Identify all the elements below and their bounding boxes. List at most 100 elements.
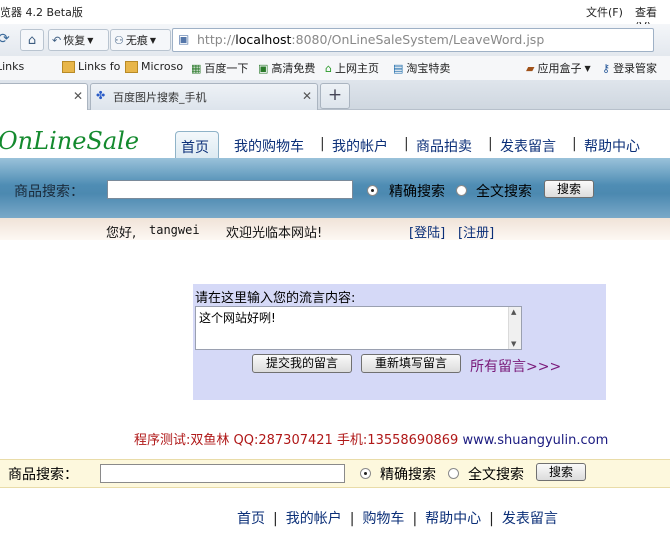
- nav-post-message[interactable]: 发表留言: [500, 136, 556, 156]
- username: tangwei: [149, 223, 200, 237]
- radio-exact-label: 精确搜索: [389, 184, 445, 200]
- restore-button[interactable]: ↶ 恢复 ▼: [48, 29, 109, 51]
- scrollbar[interactable]: ▲ ▼: [508, 307, 521, 349]
- home-button[interactable]: ⌂: [20, 29, 44, 51]
- radio-exact[interactable]: [360, 468, 371, 479]
- favorite-item[interactable]: Links: [0, 60, 24, 73]
- tab-bar: ✕ ✤ 百度图片搜索_手机 ✕ +: [0, 80, 670, 110]
- login-link[interactable]: [登陆]: [409, 222, 445, 241]
- browser-title-bar: 览器 4.2 Beta版 文件(F) 查看(V): [0, 0, 670, 33]
- favorite-label: 高清免费: [271, 62, 316, 75]
- nav-separator: |: [489, 511, 494, 527]
- radio-fulltext[interactable]: [448, 468, 459, 479]
- footer-account[interactable]: 我的帐户: [286, 511, 342, 527]
- search-button[interactable]: 搜索: [544, 180, 594, 198]
- footer-cart[interactable]: 购物车: [362, 511, 404, 527]
- address-bar[interactable]: ▣ http://localhost:8080/OnLineSaleSystem…: [172, 28, 654, 52]
- briefcase-icon: ▰: [526, 61, 535, 75]
- welcome-message: 欢迎光临本网站!: [226, 226, 323, 241]
- key-icon: ⚷: [602, 61, 611, 75]
- favorite-item[interactable]: ⌂ 上网主页: [325, 60, 379, 76]
- tab-baidu[interactable]: ✤ 百度图片搜索_手机 ✕: [90, 83, 318, 110]
- bookmark-icon: ⌂: [325, 61, 332, 75]
- search-input[interactable]: [100, 464, 345, 483]
- bookmark-icon: ▣: [258, 61, 269, 75]
- search-bar-bottom: 商品搜索： 精确搜索 全文搜索 搜索: [0, 459, 670, 488]
- scroll-down-icon[interactable]: ▼: [511, 340, 516, 348]
- tab-active[interactable]: ✕: [0, 83, 88, 110]
- all-messages-link[interactable]: 所有留言>>>: [470, 356, 561, 376]
- footer-nav: 首页 | 我的帐户 | 购物车 | 帮助中心 | 发表留言: [237, 508, 558, 528]
- address-url: http://localhost:8080/OnLineSaleSystem/L…: [197, 32, 545, 47]
- close-icon[interactable]: ✕: [302, 89, 312, 103]
- search-button[interactable]: 搜索: [536, 463, 586, 481]
- greeting: 您好,: [106, 226, 137, 241]
- footer-home[interactable]: 首页: [237, 511, 265, 527]
- search-input[interactable]: [107, 180, 353, 199]
- favorite-label: Links: [0, 60, 25, 73]
- nav-separator: |: [273, 511, 278, 527]
- paw-icon: ✤: [96, 89, 106, 102]
- undo-icon: ↶: [52, 33, 62, 47]
- favorite-label: 淘宝特卖: [406, 62, 451, 75]
- reset-message-button[interactable]: 重新填写留言: [361, 354, 461, 373]
- nav-separator: |: [320, 136, 325, 152]
- menu-file[interactable]: 文件(F): [586, 4, 623, 20]
- chevron-down-icon: ▼: [87, 35, 94, 45]
- message-content: 这个网站好咧!: [199, 311, 276, 325]
- favorite-label: 上网主页: [334, 62, 379, 75]
- welcome-bar: 您好, tangwei 欢迎光临本网站! [登陆] [注册]: [0, 218, 670, 241]
- new-tab-button[interactable]: +: [320, 83, 350, 109]
- nav-cart[interactable]: 我的购物车: [234, 136, 304, 156]
- close-icon[interactable]: ✕: [73, 89, 83, 103]
- nav-home[interactable]: 首页: [181, 137, 209, 157]
- favorite-label: 百度一下: [204, 62, 249, 75]
- folder-icon: [125, 60, 138, 73]
- folder-icon: [62, 60, 75, 73]
- home-icon: ⌂: [27, 32, 37, 48]
- window-title: 览器 4.2 Beta版: [0, 6, 83, 19]
- plus-icon: +: [327, 85, 343, 105]
- incognito-label: 无痕: [125, 34, 148, 47]
- restore-label: 恢复: [63, 34, 86, 47]
- favorite-item[interactable]: Microso: [125, 60, 183, 73]
- favorite-item[interactable]: ▣ 高清免费: [258, 60, 315, 76]
- chevron-down-icon: ▼: [149, 35, 157, 45]
- radio-fulltext[interactable]: [456, 185, 467, 196]
- radio-exact-label: 精确搜索: [380, 467, 436, 483]
- site-logo: OnLineSale: [0, 127, 140, 155]
- nav-account[interactable]: 我的帐户: [332, 136, 388, 156]
- radio-exact[interactable]: [367, 185, 378, 196]
- radio-fulltext-label: 全文搜索: [468, 467, 524, 483]
- favorite-item[interactable]: ▤ 淘宝特卖: [393, 60, 450, 76]
- app-box-button[interactable]: ▰ 应用盒子 ▼: [526, 60, 591, 76]
- nav-separator: |: [572, 136, 577, 152]
- favorite-item[interactable]: ▦ 百度一下: [191, 60, 248, 76]
- credit-site-link[interactable]: www.shuangyulin.com: [462, 433, 608, 448]
- register-link[interactable]: [注册]: [458, 222, 494, 241]
- favorite-label: 应用盒子: [537, 62, 582, 75]
- nav-separator: |: [412, 511, 418, 527]
- favorites-bar: Links Links fo Microso ▦百度一下 ▣高清免费 ⌂上网主页…: [0, 56, 670, 81]
- favorite-label: Microso: [141, 60, 184, 73]
- refresh-icon: ⟳: [0, 31, 10, 47]
- scroll-up-icon[interactable]: ▲: [511, 308, 516, 316]
- favorite-item[interactable]: Links fo: [62, 60, 120, 73]
- bookmark-icon: ▦: [191, 61, 202, 75]
- refresh-button[interactable]: ⟳: [0, 29, 10, 49]
- message-prompt: 请在这里输入您的流言内容:: [195, 291, 356, 306]
- message-textarea[interactable]: 这个网站好咧! ▲ ▼: [195, 306, 522, 350]
- incognito-button[interactable]: ⚇ 无痕 ▼: [110, 29, 171, 51]
- submit-message-button[interactable]: 提交我的留言: [252, 354, 352, 373]
- favorite-label: Links fo: [78, 60, 121, 73]
- search-bar-top: 商品搜索： 精确搜索 全文搜索 搜索: [0, 158, 670, 218]
- nav-auction[interactable]: 商品拍卖: [416, 136, 472, 156]
- nav-separator: |: [404, 136, 409, 152]
- footer-post-message[interactable]: 发表留言: [502, 511, 558, 527]
- nav-separator: |: [488, 136, 493, 152]
- nav-separator: |: [349, 511, 355, 527]
- nav-help[interactable]: 帮助中心: [584, 136, 640, 156]
- footer-help[interactable]: 帮助中心: [425, 511, 481, 527]
- radio-fulltext-label: 全文搜索: [476, 184, 532, 200]
- login-manager-button[interactable]: ⚷ 登录管家: [602, 60, 657, 76]
